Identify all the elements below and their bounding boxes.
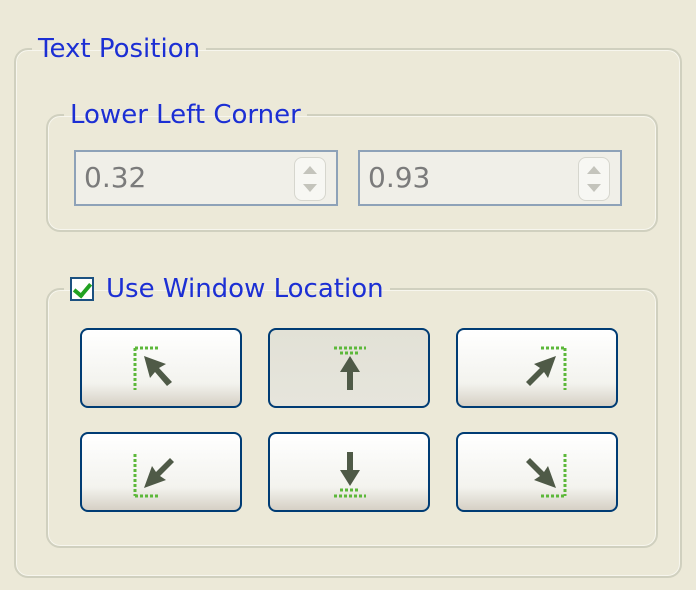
x-coordinate-value: 0.32 (84, 161, 147, 194)
y-coordinate-value: 0.93 (368, 161, 431, 194)
y-spin-arrows[interactable] (578, 157, 610, 201)
lower-center-position-button[interactable] (268, 432, 430, 512)
use-window-location-label[interactable]: Use Window Location (106, 274, 384, 304)
x-coordinate-spinbox[interactable]: 0.32 (74, 150, 338, 206)
upper-left-position-icon (133, 346, 172, 390)
lower-left-position-button[interactable] (80, 432, 242, 512)
x-spin-arrows[interactable] (294, 157, 326, 201)
upper-center-position-button[interactable] (268, 328, 430, 408)
spin-down-icon[interactable] (587, 184, 601, 192)
spin-up-icon[interactable] (303, 166, 317, 174)
text-position-legend: Text Position (32, 34, 206, 64)
lower-left-position-icon (133, 454, 174, 498)
upper-right-position-button[interactable] (456, 328, 618, 408)
lower-left-corner-title: Lower Left Corner (70, 100, 301, 130)
spin-up-icon[interactable] (587, 166, 601, 174)
lower-right-position-button[interactable] (456, 432, 618, 512)
use-window-location-legend[interactable]: Use Window Location (64, 274, 390, 304)
y-coordinate-spinbox[interactable]: 0.93 (358, 150, 622, 206)
lower-right-position-icon (526, 454, 567, 498)
use-window-location-checkbox[interactable] (70, 277, 94, 301)
upper-left-position-button[interactable] (80, 328, 242, 408)
lower-center-position-icon (334, 452, 366, 498)
upper-center-position-icon (334, 346, 366, 390)
text-position-title: Text Position (38, 34, 201, 64)
upper-right-position-icon (526, 346, 567, 390)
lower-left-corner-legend: Lower Left Corner (64, 100, 307, 130)
spin-down-icon[interactable] (303, 184, 317, 192)
